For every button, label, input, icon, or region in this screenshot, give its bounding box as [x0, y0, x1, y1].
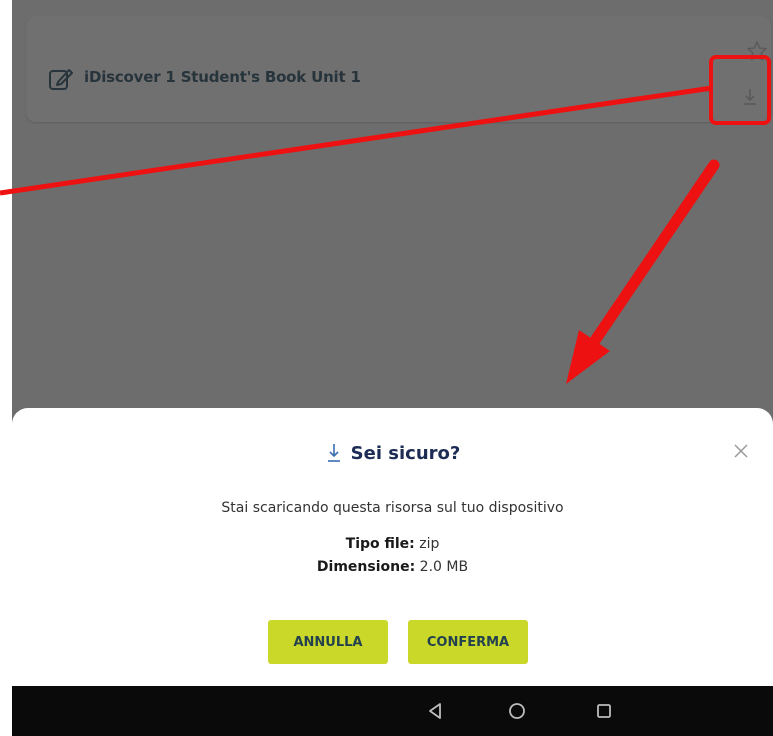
recent-apps-square-icon[interactable] [594, 701, 614, 721]
confirm-download-dialog: Sei sicuro? Stai scaricando questa risor… [12, 408, 773, 686]
resource-title[interactable]: iDiscover 1 Student's Book Unit 1 [84, 68, 361, 86]
app-screen: iDiscover 1 Student's Book Unit 1 Sei si… [12, 0, 773, 736]
download-icon [327, 444, 340, 462]
home-circle-icon[interactable] [507, 701, 527, 721]
file-type-row: Tipo file: zip [12, 536, 773, 552]
file-size-value: 2.0 MB [419, 559, 469, 575]
file-type-label: Tipo file: [345, 536, 415, 552]
dialog-message: Stai scaricando questa risorsa sul tuo d… [221, 500, 564, 516]
download-highlight-box [709, 55, 771, 125]
dialog-header: Sei sicuro? [12, 442, 773, 464]
file-size-row: Dimensione: 2.0 MB [12, 559, 773, 575]
close-button[interactable] [728, 438, 754, 464]
resource-card[interactable]: iDiscover 1 Student's Book Unit 1 [26, 16, 771, 122]
file-type-value: zip [419, 536, 440, 552]
close-icon [734, 444, 748, 458]
file-size-label: Dimensione: [316, 559, 416, 575]
android-nav-bar [12, 686, 773, 736]
cancel-button[interactable]: ANNULLA [268, 620, 388, 664]
back-triangle-icon[interactable] [425, 701, 445, 721]
edit-note-icon [49, 69, 73, 90]
confirm-button[interactable]: CONFERMA [408, 620, 528, 664]
dialog-title: Sei sicuro? [350, 442, 461, 464]
